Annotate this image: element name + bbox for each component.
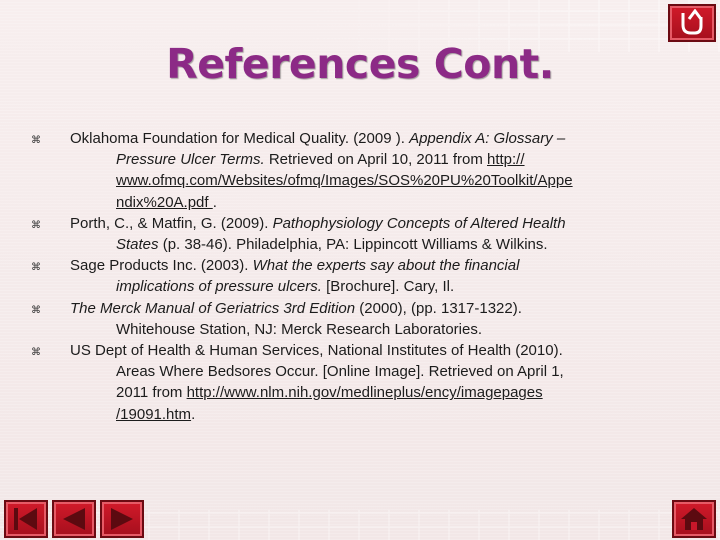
home-button[interactable] xyxy=(672,500,716,538)
references-list: ⌘ Oklahoma Foundation for Medical Quality… xyxy=(30,128,670,425)
previous-slide-button[interactable] xyxy=(52,500,96,538)
home-icon xyxy=(681,508,707,530)
reference-line: 2011 from http://www.nlm.nih.gov/medline… xyxy=(70,382,670,403)
reference-italic-text: Pathophysiology Concepts of Altered Heal… xyxy=(272,214,566,232)
reference-italic-text: The Merck Manual of Geriatrics 3rd Editi… xyxy=(70,299,356,317)
reference-text: (p. 38-46). Philadelphia, PA: Lippincott… xyxy=(158,236,548,254)
reference-item: ⌘ Oklahoma Foundation for Medical Quality… xyxy=(30,128,670,213)
reference-text: . xyxy=(212,193,217,211)
reference-line: States (p. 38-46). Philadelphia, PA: Lip… xyxy=(70,234,670,255)
reference-link[interactable]: /19091.htm xyxy=(116,406,191,423)
slide-background: References Cont. ⌘ Oklahoma Foundation fo… xyxy=(0,0,720,540)
previous-slide-icon xyxy=(63,508,85,530)
reference-text: Porth, C., & Matfin, G. (2009). xyxy=(70,214,273,232)
reference-text: 2011 from xyxy=(116,384,187,402)
reference-line: Areas Where Bedsores Occur. [Online Imag… xyxy=(70,361,670,382)
reference-text: (2000), (pp. 1317-1322). xyxy=(355,299,522,317)
reference-line: Oklahoma Foundation for Medical Quality.… xyxy=(70,128,670,149)
reference-line: implications of pressure ulcers. [Brochu… xyxy=(70,276,670,297)
return-button[interactable] xyxy=(668,4,716,42)
first-slide-icon xyxy=(14,508,37,530)
bullet-icon: ⌘ xyxy=(31,347,41,359)
bullet-icon: ⌘ xyxy=(31,135,41,146)
reference-link[interactable]: http:// xyxy=(487,151,525,168)
reference-line: Sage Products Inc. (2003). What the expe… xyxy=(70,255,670,276)
next-slide-icon xyxy=(111,508,133,530)
reference-italic-text: What the experts say about the financial xyxy=(252,257,520,275)
reference-line: www.ofmq.com/Websites/ofmq/Images/SOS%20… xyxy=(70,170,670,191)
reference-item: ⌘ The Merck Manual of Geriatrics 3rd Edit… xyxy=(30,298,670,340)
reference-text: Sage Products Inc. (2003). xyxy=(70,257,253,275)
reference-text: Retrieved on April 10, 2011 from xyxy=(264,151,487,169)
reference-text: US Dept of Health & Human Services, Nati… xyxy=(70,342,563,360)
reference-link[interactable]: http://www.nlm.nih.gov/medlineplus/ency/… xyxy=(187,384,543,401)
reference-text: . xyxy=(191,405,196,423)
reference-text: [Brochure]. Cary, Il. xyxy=(321,278,455,296)
bullet-icon: ⌘ xyxy=(31,262,41,274)
reference-item: ⌘ Sage Products Inc. (2003). What the exp… xyxy=(30,255,670,297)
reference-text: Areas Where Bedsores Occur. [Online Imag… xyxy=(116,363,564,381)
reference-italic-text: Appendix A: Glossary – xyxy=(409,130,566,147)
reference-item: ⌘ Porth, C., & Matfin, G. (2009). Pathoph… xyxy=(30,213,670,255)
next-slide-button[interactable] xyxy=(100,500,144,538)
reference-italic-text: States xyxy=(116,236,159,254)
reference-link[interactable]: ndix%20A.pdf xyxy=(116,194,213,211)
reference-item: ⌘ US Dept of Health & Human Services, Nat… xyxy=(30,340,670,425)
reference-text: Oklahoma Foundation for Medical Quality.… xyxy=(70,130,410,147)
slide-title: References Cont. xyxy=(166,40,554,88)
reference-link[interactable]: www.ofmq.com/Websites/ofmq/Images/SOS%20… xyxy=(116,172,573,189)
reference-line: Whitehouse Station, NJ: Merck Research L… xyxy=(70,319,670,340)
reference-line: /19091.htm. xyxy=(70,404,670,425)
reference-line: The Merck Manual of Geriatrics 3rd Editi… xyxy=(70,298,670,319)
reference-line: Porth, C., & Matfin, G. (2009). Pathophy… xyxy=(70,213,670,234)
reference-text: Whitehouse Station, NJ: Merck Research L… xyxy=(116,320,482,338)
reference-line: US Dept of Health & Human Services, Nati… xyxy=(70,340,670,361)
reference-italic-text: Pressure Ulcer Terms. xyxy=(116,151,265,169)
first-slide-button[interactable] xyxy=(4,500,48,538)
reference-italic-text: implications of pressure ulcers. xyxy=(116,278,322,296)
reference-line: ndix%20A.pdf . xyxy=(70,192,670,213)
bullet-icon: ⌘ xyxy=(31,304,41,316)
reference-line: Pressure Ulcer Terms. Retrieved on April… xyxy=(70,149,670,170)
bullet-icon: ⌘ xyxy=(31,219,41,231)
return-arrow-icon xyxy=(681,9,703,35)
